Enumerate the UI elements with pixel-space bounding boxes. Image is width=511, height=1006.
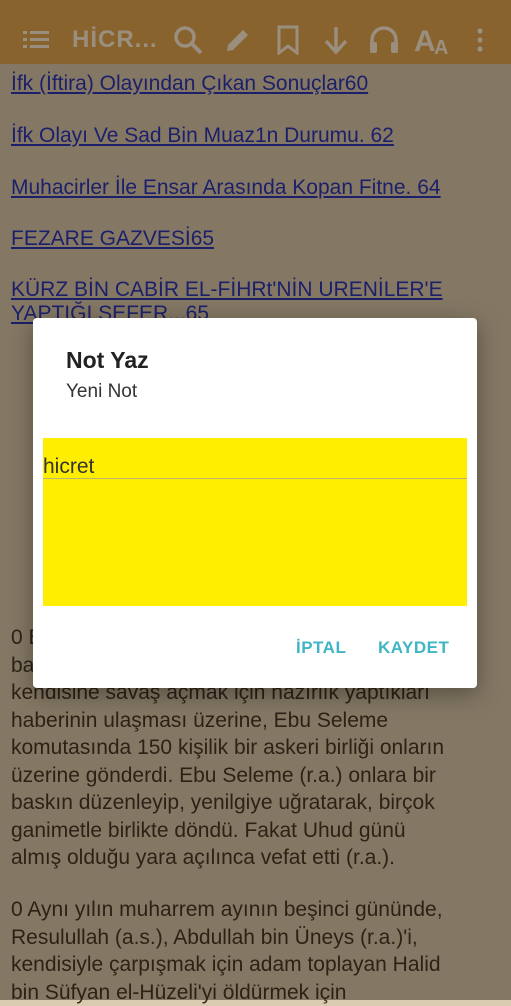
cancel-button[interactable]: İPTAL xyxy=(296,638,346,658)
note-input[interactable]: hicret xyxy=(43,438,467,606)
dialog-subtitle: Yeni Not xyxy=(66,381,138,402)
note-dialog: Not Yaz Yeni Not hicret İPTAL KAYDET xyxy=(33,318,477,688)
note-underline xyxy=(43,478,467,479)
save-button[interactable]: KAYDET xyxy=(378,638,449,658)
dialog-title: Not Yaz xyxy=(66,347,149,373)
note-text: hicret xyxy=(43,455,95,478)
